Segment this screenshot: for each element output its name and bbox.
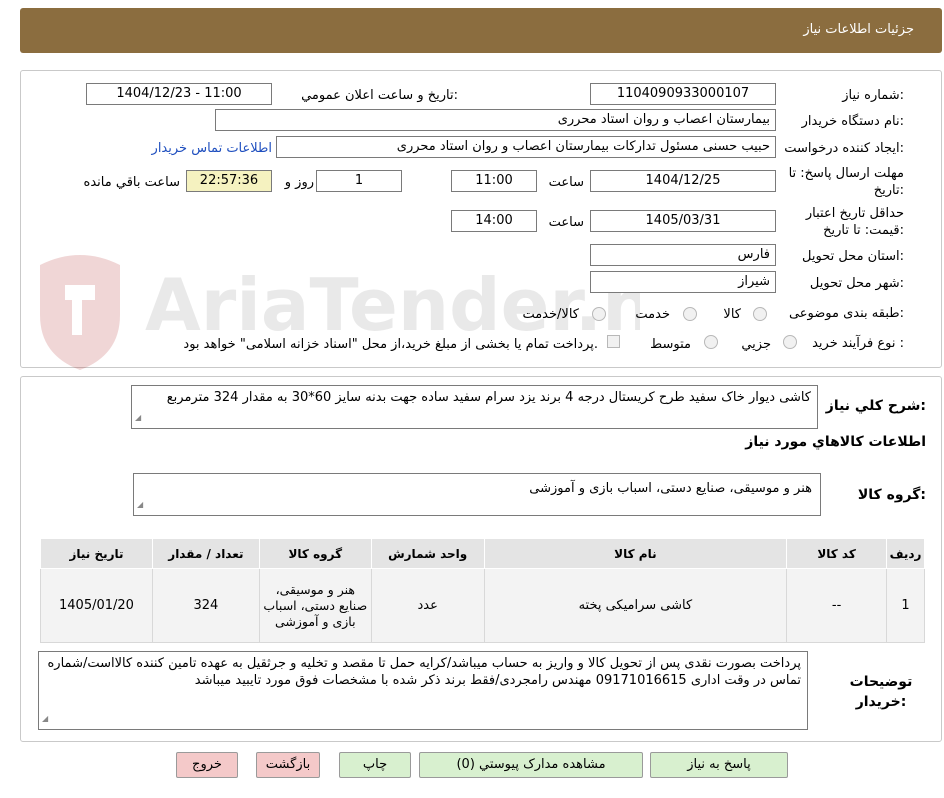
deadline-time-field[interactable]: 11:00 xyxy=(451,170,537,192)
cell-quantity: 324 xyxy=(151,568,260,643)
category-option-goods: کالا xyxy=(723,307,741,322)
category-label: طبقه بندی موضوعی: xyxy=(788,306,904,321)
category-radio-goods-service[interactable] xyxy=(592,307,606,321)
table-row: 1 -- کاشی سرامیکی پخته عدد هنر و موسیقی،… xyxy=(40,568,925,643)
cell-item-name: کاشی سرامیکی پخته xyxy=(483,568,788,643)
col-header-item-name: نام کالا xyxy=(483,538,788,569)
validity-time-field[interactable]: 14:00 xyxy=(451,210,537,232)
province-label: استان محل تحویل: xyxy=(802,249,904,264)
treasury-checkbox[interactable] xyxy=(607,335,620,348)
process-label: نوع فرآیند خرید : xyxy=(812,336,904,351)
col-header-quantity: تعداد / مقدار xyxy=(151,538,260,569)
category-option-service: خدمت xyxy=(635,307,670,322)
cell-group: هنر و موسیقی، صنایع دستی، اسباب بازی و آ… xyxy=(258,568,372,643)
col-header-item-code: کد کالا xyxy=(786,538,888,569)
process-radio-medium[interactable] xyxy=(704,335,718,349)
requester-label: ایجاد کننده درخواست: xyxy=(784,141,904,156)
need-number-field[interactable]: 1104090933000107 xyxy=(590,83,776,105)
deadline-time-label: ساعت xyxy=(548,175,584,190)
cell-item-code: -- xyxy=(786,568,888,643)
buyer-org-label: نام دستگاه خریدار: xyxy=(801,114,904,129)
province-field[interactable]: فارس xyxy=(590,244,776,266)
buyer-notes-textarea[interactable]: پرداخت بصورت نقدی پس از تحویل کالا و وار… xyxy=(38,651,808,730)
category-radio-goods[interactable] xyxy=(753,307,767,321)
description-text: کاشی دیوار خاک سفید طرح کریستال درجه 4 ب… xyxy=(166,390,811,405)
resize-handle-icon[interactable]: ◢ xyxy=(137,496,143,513)
cell-row-number: 1 xyxy=(886,568,925,643)
city-label: شهر محل تحویل: xyxy=(809,276,904,291)
table-header-row: رديف کد کالا نام کالا واحد شمارش گروه کا… xyxy=(40,538,925,569)
back-button[interactable]: بازگشت xyxy=(256,752,320,778)
resize-handle-icon[interactable]: ◢ xyxy=(42,710,48,727)
deadline-label: مهلت ارسال پاسخ: تا تاریخ: xyxy=(788,166,904,198)
need-number-label: شماره نیاز: xyxy=(842,88,904,103)
resize-handle-icon[interactable]: ◢ xyxy=(135,409,141,426)
treasury-note: پرداخت تمام یا بخشی از مبلغ خرید،از محل … xyxy=(183,337,598,352)
buyer-notes-label: توضیحات خریدار: xyxy=(849,674,913,710)
cell-need-date: 1405/01/20 xyxy=(40,568,153,643)
announce-field[interactable]: 1404/12/23 - 11:00 xyxy=(86,83,272,105)
goods-group-label: گروه کالا: xyxy=(857,487,926,503)
exit-button[interactable]: خروج xyxy=(176,752,238,778)
process-option-medium: متوسط xyxy=(650,337,691,352)
validity-date-field[interactable]: 1405/03/31 xyxy=(590,210,776,232)
attachments-button[interactable]: مشاهده مدارک پیوستي (0) xyxy=(419,752,643,778)
col-header-unit: واحد شمارش xyxy=(370,538,485,569)
title-bar: جزئیات اطلاعات نیاز xyxy=(20,8,942,53)
validity-time-label: ساعت xyxy=(548,215,584,230)
page-title: جزئیات اطلاعات نیاز xyxy=(803,22,914,37)
reply-button[interactable]: پاسخ به نیاز xyxy=(650,752,788,778)
days-field[interactable]: 1 xyxy=(316,170,402,192)
watermark-logo: AriaTender.neT xyxy=(40,255,640,370)
watermark-text: AriaTender.neT xyxy=(145,263,640,347)
buyer-notes-text: پرداخت بصورت نقدی پس از تحویل کالا و وار… xyxy=(47,656,802,688)
goods-group-textarea[interactable]: هنر و موسیقی، صنایع دستی، اسباب بازی و آ… xyxy=(133,473,821,516)
validity-label: حداقل تاریخ اعتبار قیمت: تا تاریخ: xyxy=(805,206,904,238)
remaining-label: ساعت باقي مانده xyxy=(83,175,180,190)
buyer-org-field[interactable]: بیمارستان اعصاب و روان استاد محرری xyxy=(215,109,776,131)
col-header-group: گروه کالا xyxy=(258,538,372,569)
goods-group-text: هنر و موسیقی، صنایع دستی، اسباب بازی و آ… xyxy=(529,481,812,496)
items-table: رديف کد کالا نام کالا واحد شمارش گروه کا… xyxy=(40,538,925,643)
announce-label: تاریخ و ساعت اعلان عمومي: xyxy=(301,88,458,103)
requester-field[interactable]: حبیب حسنی مسئول تدارکات بیمارستان اعصاب … xyxy=(276,136,776,158)
description-textarea[interactable]: کاشی دیوار خاک سفید طرح کریستال درجه 4 ب… xyxy=(131,385,818,429)
remaining-time-field: 22:57:36 xyxy=(186,170,272,192)
cell-unit: عدد xyxy=(370,568,485,643)
category-radio-service[interactable] xyxy=(683,307,697,321)
process-radio-minor[interactable] xyxy=(783,335,797,349)
buyer-contact-link[interactable]: اطلاعات تماس خریدار xyxy=(152,141,272,156)
print-button[interactable]: چاپ xyxy=(339,752,411,778)
city-field[interactable]: شیراز xyxy=(590,271,776,293)
goods-section-title: اطلاعات کالاهاي مورد نياز xyxy=(745,434,926,450)
days-label: روز و xyxy=(284,175,314,190)
process-option-minor: جزیي xyxy=(741,337,771,352)
col-header-row-number: رديف xyxy=(886,538,925,569)
description-label: شرح کلي نياز: xyxy=(825,398,926,414)
col-header-need-date: تاريخ نياز xyxy=(40,538,153,569)
deadline-date-field[interactable]: 1404/12/25 xyxy=(590,170,776,192)
category-option-goods-service: کالا/خدمت xyxy=(522,307,579,322)
